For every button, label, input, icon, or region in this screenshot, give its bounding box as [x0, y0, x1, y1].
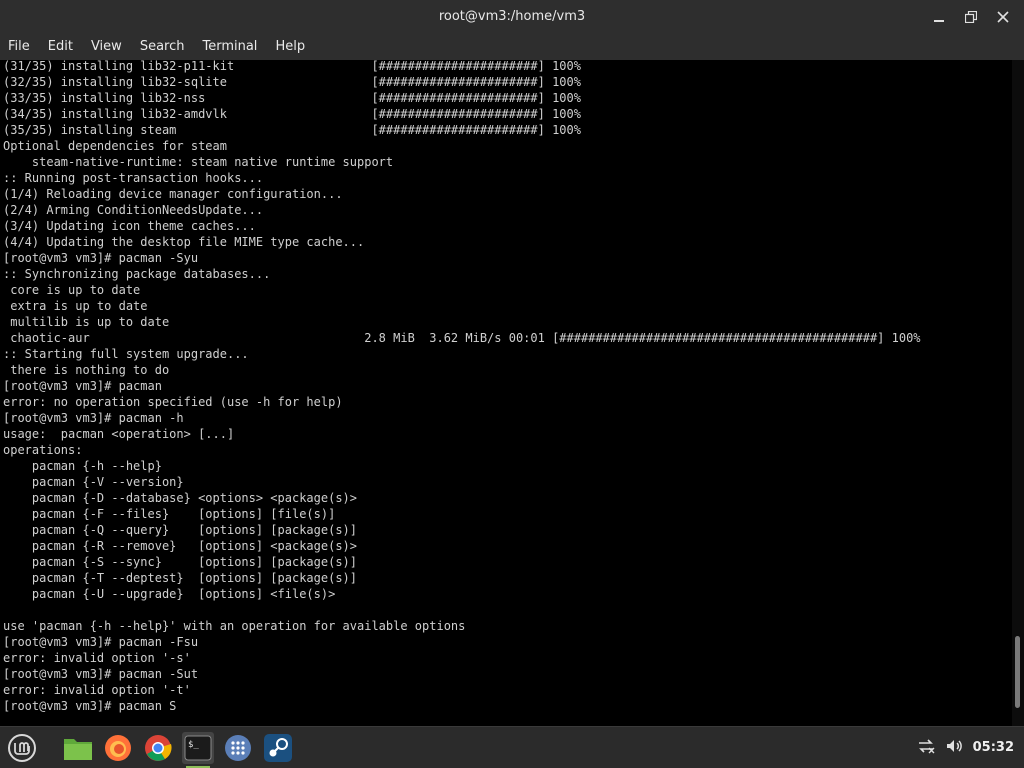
terminal-line: pacman {-Q --query} [options] [package(s…: [3, 523, 358, 537]
terminal-line: [root@vm3 vm3]# pacman -h: [3, 411, 184, 425]
menu-bar: File Edit View Search Terminal Help: [0, 34, 1024, 60]
terminal-line: steam-native-runtime: steam native runti…: [3, 155, 394, 169]
menu-edit[interactable]: Edit: [39, 34, 82, 60]
terminal-line: [root@vm3 vm3]# pacman: [3, 379, 162, 393]
terminal-line: (32/35) installing lib32-sqlite [#######…: [3, 75, 581, 89]
maximize-icon: [965, 11, 977, 23]
window-titlebar[interactable]: root@vm3:/home/vm3: [0, 0, 1024, 34]
close-button[interactable]: [992, 6, 1014, 28]
window-title: root@vm3:/home/vm3: [438, 9, 586, 24]
terminal-line: (34/35) installing lib32-amdvlk [#######…: [3, 107, 581, 121]
steam-icon[interactable]: [262, 732, 294, 764]
terminal-icon[interactable]: $_: [182, 732, 214, 768]
volume-icon[interactable]: [945, 737, 963, 759]
terminal-line: pacman {-h --help}: [3, 459, 162, 473]
terminal-line: pacman {-V --version}: [3, 475, 184, 489]
terminal-line: there is nothing to do: [3, 363, 170, 377]
scrollbar-thumb[interactable]: [1015, 636, 1020, 708]
terminal-line: [root@vm3 vm3]# pacman -Fsu: [3, 635, 199, 649]
terminal-line: (2/4) Arming ConditionNeedsUpdate...: [3, 203, 264, 217]
terminal-output[interactable]: (31/35) installing lib32-p11-kit [######…: [0, 60, 1012, 726]
terminal-line: core is up to date: [3, 283, 141, 297]
files-folder-icon[interactable]: [62, 732, 94, 764]
terminal-line: pacman {-F --files} [options] [file(s)]: [3, 507, 336, 521]
terminal-line: multilib is up to date: [3, 315, 170, 329]
taskbar: $_ 05:32: [0, 726, 1024, 768]
terminal-line: (33/35) installing lib32-nss [##########…: [3, 91, 581, 105]
terminal-line: extra is up to date: [3, 299, 148, 313]
minimize-icon: [934, 20, 944, 22]
svg-text:$_: $_: [188, 740, 199, 750]
window-controls: [928, 0, 1014, 34]
firefox-icon[interactable]: [102, 732, 134, 764]
clock[interactable]: 05:32: [973, 740, 1014, 755]
terminal-line: pacman {-R --remove} [options] <package(…: [3, 539, 358, 553]
menu-help[interactable]: Help: [266, 34, 314, 60]
terminal-text: (31/35) installing lib32-p11-kit [######…: [3, 60, 921, 714]
terminal-scrollbar[interactable]: [1012, 60, 1024, 726]
terminal-line: (1/4) Reloading device manager configura…: [3, 187, 343, 201]
close-icon: [997, 11, 1009, 23]
terminal-line: error: invalid option '-s': [3, 651, 191, 665]
terminal-line: pacman {-U --upgrade} [options] <file(s)…: [3, 587, 336, 601]
terminal-line: pacman {-T --deptest} [options] [package…: [3, 571, 358, 585]
terminal-line: error: invalid option '-t': [3, 683, 191, 697]
terminal-line: :: Running post-transaction hooks...: [3, 171, 264, 185]
terminal-line: chaotic-aur 2.8 MiB 3.62 MiB/s 00:01 [##…: [3, 331, 921, 345]
terminal-line: use 'pacman {-h --help}' with an operati…: [3, 619, 466, 633]
terminal-line: [root@vm3 vm3]# pacman -Syu: [3, 251, 199, 265]
terminal-line: pacman {-D --database} <options> <packag…: [3, 491, 358, 505]
terminal-line: Optional dependencies for steam: [3, 139, 227, 153]
maximize-button[interactable]: [960, 6, 982, 28]
terminal-line: (3/4) Updating icon theme caches...: [3, 219, 256, 233]
terminal-line: (4/4) Updating the desktop file MIME typ…: [3, 235, 365, 249]
menu-terminal[interactable]: Terminal: [193, 34, 266, 60]
terminal-line: operations:: [3, 443, 83, 457]
terminal-line: pacman {-S --sync} [options] [package(s)…: [3, 555, 358, 569]
terminal-line: (35/35) installing steam [##############…: [3, 123, 581, 137]
app-grid-icon[interactable]: [222, 732, 254, 764]
chrome-icon[interactable]: [142, 732, 174, 764]
menu-view[interactable]: View: [82, 34, 131, 60]
terminal-line: [root@vm3 vm3]# pacman -Sut: [3, 667, 199, 681]
menu-file[interactable]: File: [0, 34, 39, 60]
linux-mint-menu-icon[interactable]: [6, 732, 38, 764]
terminal-line: :: Starting full system upgrade...: [3, 347, 249, 361]
minimize-button[interactable]: [928, 6, 950, 28]
terminal-line: (31/35) installing lib32-p11-kit [######…: [3, 60, 581, 73]
terminal-line: [root@vm3 vm3]# pacman S: [3, 699, 177, 713]
system-tray: 05:32: [917, 727, 1014, 768]
terminal-line: usage: pacman <operation> [...]: [3, 427, 235, 441]
terminal-line: :: Synchronizing package databases...: [3, 267, 271, 281]
network-disconnected-icon[interactable]: [917, 737, 935, 759]
terminal-line: error: no operation specified (use -h fo…: [3, 395, 343, 409]
menu-search[interactable]: Search: [131, 34, 194, 60]
